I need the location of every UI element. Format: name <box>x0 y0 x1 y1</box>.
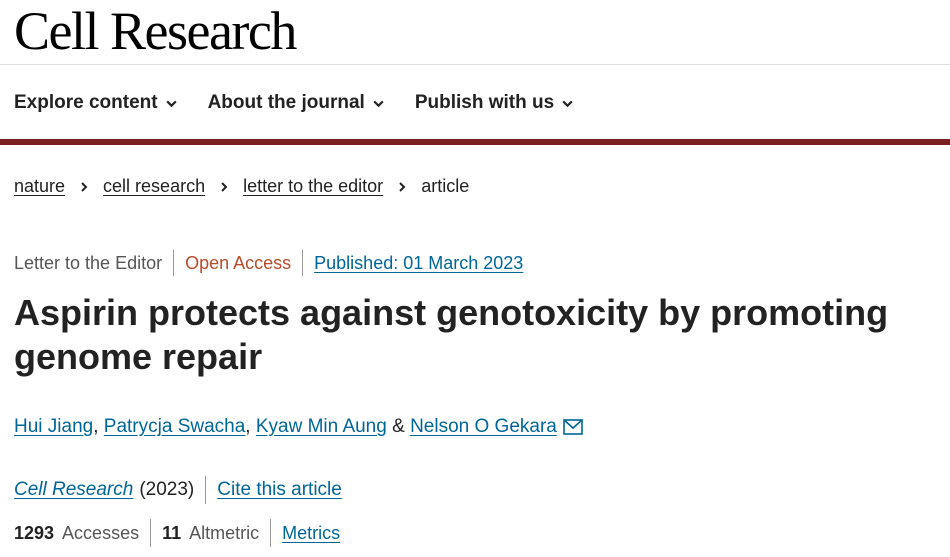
brand-bar <box>0 139 950 145</box>
breadcrumb-nature[interactable]: nature <box>14 176 65 197</box>
chevron-right-icon <box>81 181 88 192</box>
author-link[interactable]: Nelson O Gekara <box>410 416 557 438</box>
chevron-down-icon <box>165 100 177 107</box>
nav-publish-with-us[interactable]: Publish with us <box>415 88 574 118</box>
altmetric-count: 11 <box>162 522 182 543</box>
breadcrumb: nature cell research letter to the edito… <box>14 176 469 197</box>
accesses-count: 1293 <box>14 522 55 543</box>
divider <box>150 519 152 547</box>
open-access-badge: Open Access <box>185 252 292 273</box>
author-link[interactable]: Kyaw Min Aung <box>256 416 387 438</box>
chevron-down-icon <box>562 100 573 107</box>
nav-label: About the journal <box>207 92 365 113</box>
author-list: Hui Jiang , Patrycja Swacha , Kyaw Min A… <box>14 416 583 438</box>
author-separator: & <box>386 416 411 437</box>
author-separator: , <box>245 416 256 437</box>
publication-year: (2023) <box>139 479 195 500</box>
mail-icon[interactable] <box>563 419 583 435</box>
divider <box>270 519 272 547</box>
journal-logo[interactable]: Cell Research <box>14 0 297 62</box>
metrics-link[interactable]: Metrics <box>282 523 340 544</box>
article-meta: Letter to the Editor Open Access Publish… <box>14 250 523 276</box>
journal-link[interactable]: Cell Research <box>14 479 133 501</box>
header-divider <box>0 64 950 65</box>
divider <box>205 476 207 504</box>
article-metrics: 1293 Accesses 11 Altmetric Metrics <box>14 519 340 547</box>
article-title: Aspirin protects against genotoxicity by… <box>14 292 889 377</box>
cite-article-link[interactable]: Cite this article <box>217 479 342 501</box>
breadcrumb-current: article <box>421 176 470 196</box>
author-separator: , <box>93 416 104 437</box>
breadcrumb-letter-to-editor[interactable]: letter to the editor <box>243 176 383 197</box>
citation-line: Cell Research (2023) Cite this article <box>14 476 342 504</box>
divider <box>173 250 175 276</box>
chevron-down-icon <box>373 100 384 107</box>
author-link[interactable]: Hui Jiang <box>14 416 93 438</box>
breadcrumb-cell-research[interactable]: cell research <box>103 176 205 197</box>
main-nav: Explore content About the journal Publis… <box>14 88 574 118</box>
nav-explore-content[interactable]: Explore content <box>14 88 178 118</box>
nav-label: Explore content <box>14 92 158 113</box>
divider <box>302 250 304 276</box>
altmetric-label: Altmetric <box>189 522 260 543</box>
nav-about-journal[interactable]: About the journal <box>208 88 385 118</box>
published-date-link[interactable]: Published: 01 March 2023 <box>314 253 523 274</box>
article-type: Letter to the Editor <box>14 252 163 273</box>
nav-label: Publish with us <box>414 92 555 113</box>
accesses-label: Accesses <box>62 522 140 543</box>
chevron-right-icon <box>221 181 228 192</box>
chevron-right-icon <box>399 181 406 192</box>
author-link[interactable]: Patrycja Swacha <box>104 416 246 438</box>
